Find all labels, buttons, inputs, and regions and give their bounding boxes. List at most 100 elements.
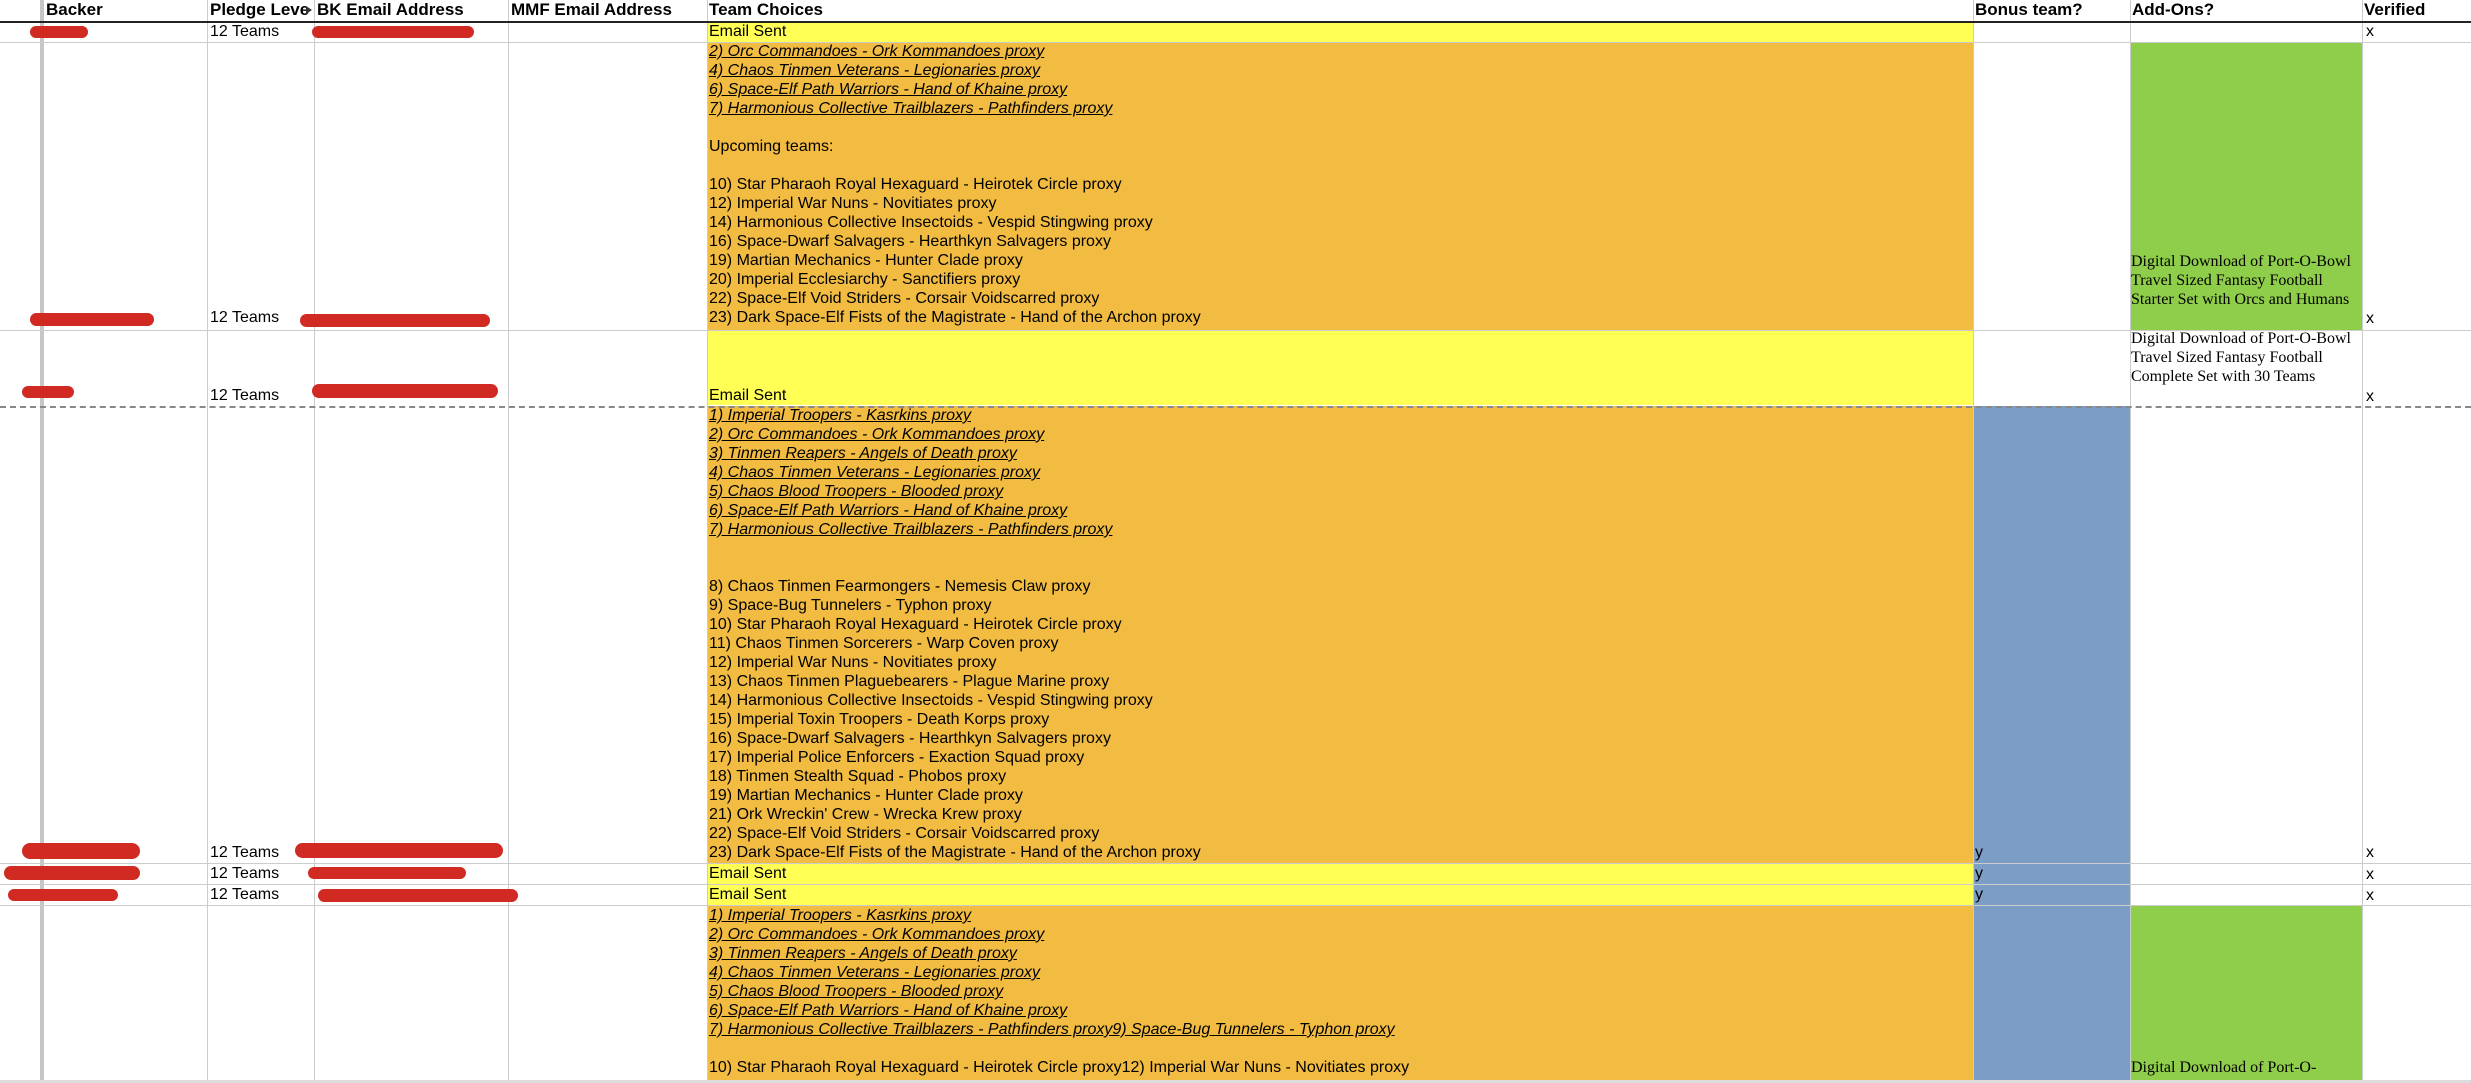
team-proxy-line: 3) Tinmen Reapers - Angels of Death prox… — [709, 445, 1017, 462]
redaction-mark — [4, 866, 140, 880]
column-header-pledge-level[interactable]: Pledge Level — [210, 0, 310, 20]
upcoming-team-line: 22) Space-Elf Void Striders - Corsair Vo… — [709, 290, 1100, 307]
pledge-level-cell[interactable]: 12 Teams — [210, 22, 279, 41]
upcoming-team-line: 14) Harmonious Collective Insectoids - V… — [709, 214, 1153, 231]
upcoming-team-line: 10) Star Pharaoh Royal Hexaguard - Heiro… — [709, 616, 1122, 633]
add-ons-cell[interactable]: Digital Download of Port-O- — [2131, 1058, 2353, 1077]
add-ons-cell[interactable]: Digital Download of Port-O-Bowl Travel S… — [2131, 329, 2353, 386]
upcoming-team-line: 23) Dark Space-Elf Fists of the Magistra… — [709, 309, 1201, 326]
team-proxy-line: 6) Space-Elf Path Warriors - Hand of Kha… — [709, 1002, 1068, 1019]
col-line — [2130, 0, 2131, 1080]
upcoming-team-line: 21) Ork Wreckin' Crew - Wrecka Krew prox… — [709, 806, 1022, 823]
upcoming-team-line: 12) Imperial War Nuns - Novitiates proxy — [709, 654, 997, 671]
column-header-bonus-team[interactable]: Bonus team? — [1975, 0, 2083, 20]
redaction-mark — [300, 314, 490, 327]
header-bottom-border — [0, 21, 2471, 23]
team-proxy-line: 7) Harmonious Collective Trailblazers - … — [709, 100, 1113, 117]
upcoming-team-line: 14) Harmonious Collective Insectoids - V… — [709, 692, 1153, 709]
column-header-verified[interactable]: Verified — [2364, 0, 2425, 20]
team-proxy-line: 5) Chaos Blood Troopers - Blooded proxy — [709, 483, 1004, 500]
team-proxy-line: 4) Chaos Tinmen Veterans - Legionaries p… — [709, 62, 1040, 79]
redaction-mark — [312, 26, 474, 38]
team-proxy-line: 7) Harmonious Collective Trailblazers - … — [709, 1021, 1395, 1038]
redaction-mark — [295, 843, 503, 858]
team-choices-cell[interactable]: Email Sent — [709, 864, 786, 883]
team-choices-cell[interactable]: 1) Imperial Troopers - Kasrkins proxy 2)… — [709, 406, 1971, 862]
col-line — [508, 0, 509, 1080]
row-line — [0, 884, 2471, 885]
team-choices-cell[interactable]: Email Sent — [709, 22, 786, 41]
verified-cell[interactable]: x — [2366, 387, 2374, 406]
cell-fill-row3-team — [707, 330, 1973, 405]
pledge-level-cell[interactable]: 12 Teams — [210, 308, 279, 327]
upcoming-teams-label: Upcoming teams: — [709, 138, 834, 155]
redaction-mark — [312, 384, 498, 398]
team-proxy-line: 1) Imperial Troopers - Kasrkins proxy — [709, 907, 971, 924]
upcoming-team-line: 20) Imperial Ecclesiarchy - Sanctifiers … — [709, 271, 1021, 288]
col-line — [2362, 0, 2363, 1080]
spreadsheet[interactable]: Backer Pledge Level BK Email Address MMF… — [0, 0, 2471, 1083]
pledge-level-cell[interactable]: 12 Teams — [210, 885, 279, 904]
col-line — [314, 0, 315, 1080]
team-choices-cell[interactable]: 1) Imperial Troopers - Kasrkins proxy 2)… — [709, 906, 1971, 1077]
upcoming-team-line: 19) Martian Mechanics - Hunter Clade pro… — [709, 787, 1023, 804]
team-proxy-line: 2) Orc Commandoes - Ork Kommandoes proxy — [709, 43, 1045, 60]
col-line — [1973, 0, 1974, 1080]
verified-cell[interactable]: x — [2366, 309, 2374, 328]
redaction-mark — [22, 843, 140, 859]
upcoming-team-line: 23) Dark Space-Elf Fists of the Magistra… — [709, 844, 1201, 861]
verified-cell[interactable]: x — [2366, 22, 2374, 41]
redaction-mark — [30, 313, 154, 326]
team-proxy-line: 1) Imperial Troopers - Kasrkins proxy — [709, 407, 971, 424]
team-choices-cell[interactable]: Email Sent — [709, 386, 786, 405]
team-choices-cell[interactable]: 2) Orc Commandoes - Ork Kommandoes proxy… — [709, 42, 1971, 327]
team-proxy-line: 2) Orc Commandoes - Ork Kommandoes proxy — [709, 926, 1045, 943]
redaction-mark — [308, 867, 466, 879]
add-ons-cell[interactable]: Digital Download of Port-O-Bowl Travel S… — [2131, 252, 2353, 309]
column-header-bk-email[interactable]: BK Email Address — [317, 0, 464, 20]
verified-cell[interactable]: x — [2366, 843, 2374, 862]
pledge-level-cell[interactable]: 12 Teams — [210, 386, 279, 405]
column-header-mmf-email[interactable]: MMF Email Address — [511, 0, 672, 20]
verified-cell[interactable]: x — [2366, 865, 2374, 884]
row-line — [0, 863, 2471, 864]
upcoming-team-line: 22) Space-Elf Void Striders - Corsair Vo… — [709, 825, 1100, 842]
redaction-mark — [30, 26, 88, 38]
team-choices-cell[interactable]: Email Sent — [709, 885, 786, 904]
team-proxy-line: 4) Chaos Tinmen Veterans - Legionaries p… — [709, 464, 1040, 481]
team-proxy-line: 4) Chaos Tinmen Veterans - Legionaries p… — [709, 964, 1040, 981]
upcoming-team-line: 17) Imperial Police Enforcers - Exaction… — [709, 749, 1085, 766]
bonus-team-cell[interactable]: y — [1975, 843, 1983, 862]
team-proxy-line: 6) Space-Elf Path Warriors - Hand of Kha… — [709, 502, 1068, 519]
bonus-team-cell[interactable]: y — [1975, 885, 1983, 904]
row-header-border — [40, 0, 44, 1080]
cell-fill-row7-addons — [2130, 905, 2362, 1080]
row-line — [0, 330, 2471, 331]
autofilter-arrow-icon[interactable] — [306, 6, 312, 14]
team-proxy-line: 5) Chaos Blood Troopers - Blooded proxy — [709, 983, 1004, 1000]
pledge-level-cell[interactable]: 12 Teams — [210, 843, 279, 862]
pledge-level-cell[interactable]: 12 Teams — [210, 864, 279, 883]
verified-cell[interactable]: x — [2366, 886, 2374, 905]
upcoming-team-line: 11) Chaos Tinmen Sorcerers - Warp Coven … — [709, 635, 1059, 652]
cell-fill-row4-bonus — [1973, 406, 2130, 863]
column-header-backer[interactable]: Backer — [46, 0, 103, 20]
column-header-team-choices[interactable]: Team Choices — [709, 0, 823, 20]
upcoming-team-line: 13) Chaos Tinmen Plaguebearers - Plague … — [709, 673, 1110, 690]
bonus-team-cell[interactable]: y — [1975, 864, 1983, 883]
column-header-add-ons[interactable]: Add-Ons? — [2132, 0, 2214, 20]
upcoming-team-line: 16) Space-Dwarf Salvagers - Hearthkyn Sa… — [709, 730, 1111, 747]
upcoming-team-line: 9) Space-Bug Tunnelers - Typhon proxy — [709, 597, 992, 614]
team-proxy-line: 3) Tinmen Reapers - Angels of Death prox… — [709, 945, 1017, 962]
team-proxy-line: 2) Orc Commandoes - Ork Kommandoes proxy — [709, 426, 1045, 443]
redaction-mark — [8, 889, 118, 901]
col-line — [707, 0, 708, 1080]
cell-fill-row1-team — [707, 22, 1973, 42]
upcoming-team-line: 15) Imperial Toxin Troopers - Death Korp… — [709, 711, 1050, 728]
team-proxy-line: 6) Space-Elf Path Warriors - Hand of Kha… — [709, 81, 1068, 98]
cell-fill-row7-bonus — [1973, 905, 2130, 1080]
